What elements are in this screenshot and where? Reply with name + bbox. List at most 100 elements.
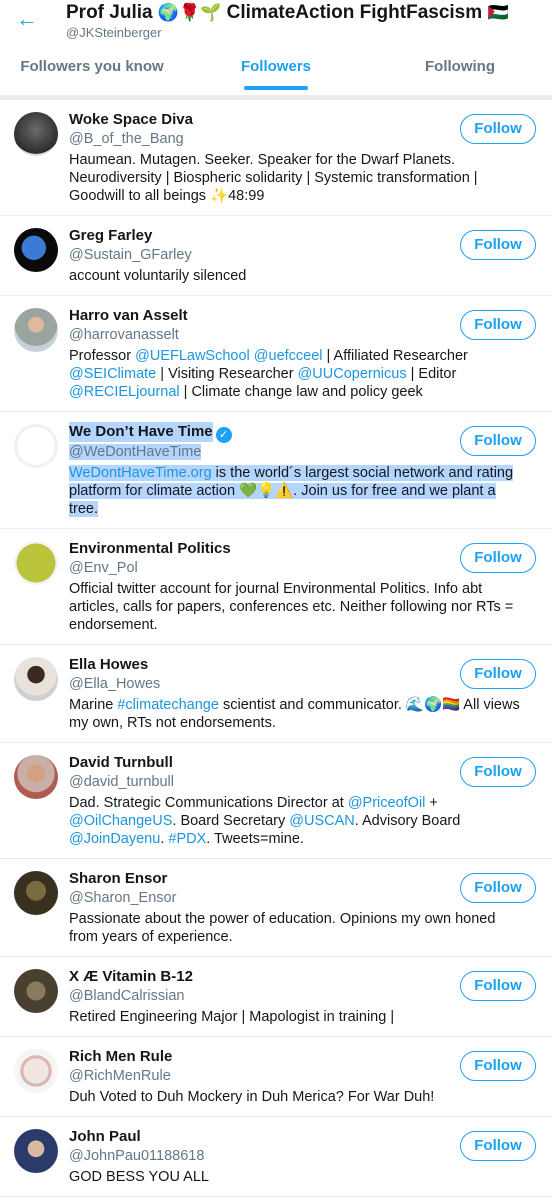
- tab-following[interactable]: Following: [368, 48, 552, 96]
- tab-followers[interactable]: Followers: [184, 48, 368, 96]
- bio-text: . Advisory Board: [354, 813, 461, 829]
- follow-button[interactable]: Follow: [460, 114, 536, 144]
- user-handle[interactable]: @WeDontHaveTime: [69, 444, 202, 460]
- list-item[interactable]: Greg Farley @Sustain_GFarleyaccount volun…: [0, 216, 552, 296]
- user-handle[interactable]: @Env_Pol: [69, 560, 138, 576]
- user-handle[interactable]: @Sustain_GFarley: [69, 247, 192, 263]
- bio-text: Passionate about the power of education.…: [69, 911, 496, 945]
- list-item[interactable]: John Paul @JohnPau01188618 GOD BESS YOU AL…: [0, 1117, 552, 1197]
- avatar[interactable]: [14, 308, 58, 352]
- user-name[interactable]: Environmental Politics: [69, 539, 231, 559]
- title-emojis: 🌍🌹🌱: [157, 3, 222, 22]
- user-name[interactable]: X Æ Vitamin B-12: [69, 967, 193, 987]
- user-name[interactable]: Sharon Ensor: [69, 869, 167, 889]
- profile-name: Prof Julia: [66, 2, 153, 23]
- bio-link[interactable]: @SEIClimate: [69, 366, 156, 382]
- user-name[interactable]: Rich Men Rule: [69, 1047, 172, 1067]
- avatar[interactable]: [14, 1049, 58, 1093]
- user-name[interactable]: Woke Space Diva: [69, 110, 193, 130]
- tab-followers-you-know[interactable]: Followers you know: [0, 48, 184, 96]
- user-handle[interactable]: @Ella_Howes: [69, 676, 160, 692]
- user-handle[interactable]: @harrovanasselt: [69, 327, 179, 343]
- user-bio: Professor @UEFLawSchool @uefcceel | Affi…: [69, 347, 536, 401]
- bio-link[interactable]: @UUCopernicus: [298, 366, 407, 382]
- profile-title: Prof Julia 🌍🌹🌱 ClimateAction FightFascis…: [66, 2, 509, 24]
- bio-text: | Climate change law and policy geek: [179, 384, 423, 400]
- bio-text: Official twitter account for journal Env…: [69, 581, 514, 633]
- avatar[interactable]: [14, 541, 58, 585]
- list-item[interactable]: X Æ Vitamin B-12 @BlandCalrissian Retired …: [0, 957, 552, 1037]
- user-handle[interactable]: @JohnPau01188618: [69, 1148, 204, 1164]
- avatar[interactable]: [14, 969, 58, 1013]
- bio-text: . Board Secretary: [172, 813, 290, 829]
- bio-link[interactable]: #climatechange: [117, 697, 219, 713]
- avatar[interactable]: [14, 112, 58, 156]
- follow-button[interactable]: Follow: [460, 1131, 536, 1161]
- user-handle[interactable]: @Sharon_Ensor: [69, 890, 176, 906]
- follow-button[interactable]: Follow: [460, 1051, 536, 1081]
- avatar[interactable]: [14, 1129, 58, 1173]
- profile-name-suffix: ClimateAction FightFascism: [226, 2, 483, 23]
- bio-link[interactable]: @RECIELjournal: [69, 384, 180, 400]
- list-item[interactable]: Ella Howes @Ella_Howes Marine #climatechan…: [0, 645, 552, 743]
- bio-link[interactable]: WeDontHaveTime.org: [69, 465, 212, 481]
- list-item[interactable]: Woke Space Diva @B_of_the_Bang Haumean. Mu…: [0, 100, 552, 216]
- list-item[interactable]: We Don’t Have Time ✓ @WeDontHaveTime WeDont…: [0, 412, 552, 529]
- list-item[interactable]: Harro van Asselt @harrovanasselt Professor…: [0, 296, 552, 412]
- avatar[interactable]: [14, 755, 58, 799]
- user-name[interactable]: Ella Howes: [69, 655, 148, 675]
- bio-link[interactable]: @uefcceel: [254, 348, 323, 364]
- avatar[interactable]: [14, 424, 58, 468]
- user-name[interactable]: Harro van Asselt: [69, 306, 188, 326]
- user-bio: Haumean. Mutagen. Seeker. Speaker for th…: [69, 151, 536, 205]
- user-bio: Official twitter account for journal Env…: [69, 580, 536, 634]
- follow-button[interactable]: Follow: [460, 971, 536, 1001]
- user-handle[interactable]: @david_turnbull: [69, 774, 174, 790]
- avatar[interactable]: [14, 228, 58, 272]
- user-bio: account voluntarily silenced: [69, 267, 536, 285]
- bio-text: | Editor: [406, 366, 457, 382]
- profile-header: ← Prof Julia 🌍🌹🌱 ClimateAction FightFasc…: [0, 0, 552, 96]
- follow-button[interactable]: Follow: [460, 543, 536, 573]
- list-item[interactable]: Sharon Ensor @Sharon_Ensor Passionate abou…: [0, 859, 552, 957]
- bio-text: GOD BESS YOU ALL: [69, 1169, 209, 1185]
- list-item[interactable]: Rich Men Rule @RichMenRule Duh Voted to Du…: [0, 1037, 552, 1117]
- list-item[interactable]: David Turnbull @david_turnbull Dad. Strate…: [0, 743, 552, 859]
- user-bio: WeDontHaveTime.org is the world´s larges…: [69, 464, 536, 518]
- bio-link[interactable]: @JoinDayenu: [69, 831, 160, 847]
- user-name[interactable]: Greg Farley: [69, 226, 152, 246]
- followers-list: Woke Space Diva @B_of_the_Bang Haumean. Mu…: [0, 100, 552, 1197]
- back-button[interactable]: ←: [16, 8, 40, 32]
- user-handle[interactable]: @RichMenRule: [69, 1068, 171, 1084]
- avatar[interactable]: [14, 657, 58, 701]
- bio-link[interactable]: @PriceofOil: [348, 795, 426, 811]
- user-handle[interactable]: @B_of_the_Bang: [69, 131, 184, 147]
- follow-button[interactable]: Follow: [460, 659, 536, 689]
- user-handle[interactable]: @BlandCalrissian: [69, 988, 184, 1004]
- bio-text: . Tweets=mine.: [206, 831, 304, 847]
- bio-text: | Affiliated Researcher: [322, 348, 468, 364]
- arrow-left-icon: ←: [16, 6, 38, 31]
- follow-button[interactable]: Follow: [460, 230, 536, 260]
- list-item[interactable]: Environmental Politics @Env_Pol Official t…: [0, 529, 552, 645]
- avatar[interactable]: [14, 871, 58, 915]
- bio-link[interactable]: #PDX: [168, 831, 206, 847]
- bio-text: Retired Engineering Major | Mapologist i…: [69, 1009, 395, 1025]
- bio-text: Duh Voted to Duh Mockery in Duh Merica? …: [69, 1089, 435, 1105]
- bio-text: +: [425, 795, 438, 811]
- follow-button[interactable]: Follow: [460, 310, 536, 340]
- follow-button[interactable]: Follow: [460, 873, 536, 903]
- user-bio: Dad. Strategic Communications Director a…: [69, 794, 536, 848]
- bio-link[interactable]: @USCAN: [289, 813, 354, 829]
- bio-text: account voluntarily silenced: [69, 268, 247, 284]
- user-name[interactable]: David Turnbull: [69, 753, 173, 773]
- user-name[interactable]: John Paul: [69, 1127, 141, 1147]
- bio-link[interactable]: @UEFLawSchool: [135, 348, 250, 364]
- bio-text: Professor: [69, 348, 136, 364]
- bio-text: Haumean. Mutagen. Seeker. Speaker for th…: [69, 152, 478, 204]
- follow-button[interactable]: Follow: [460, 426, 536, 456]
- bio-link[interactable]: @OilChangeUS: [69, 813, 172, 829]
- user-name[interactable]: We Don’t Have Time: [69, 422, 213, 442]
- follow-button[interactable]: Follow: [460, 757, 536, 787]
- bio-text: Marine: [69, 697, 118, 713]
